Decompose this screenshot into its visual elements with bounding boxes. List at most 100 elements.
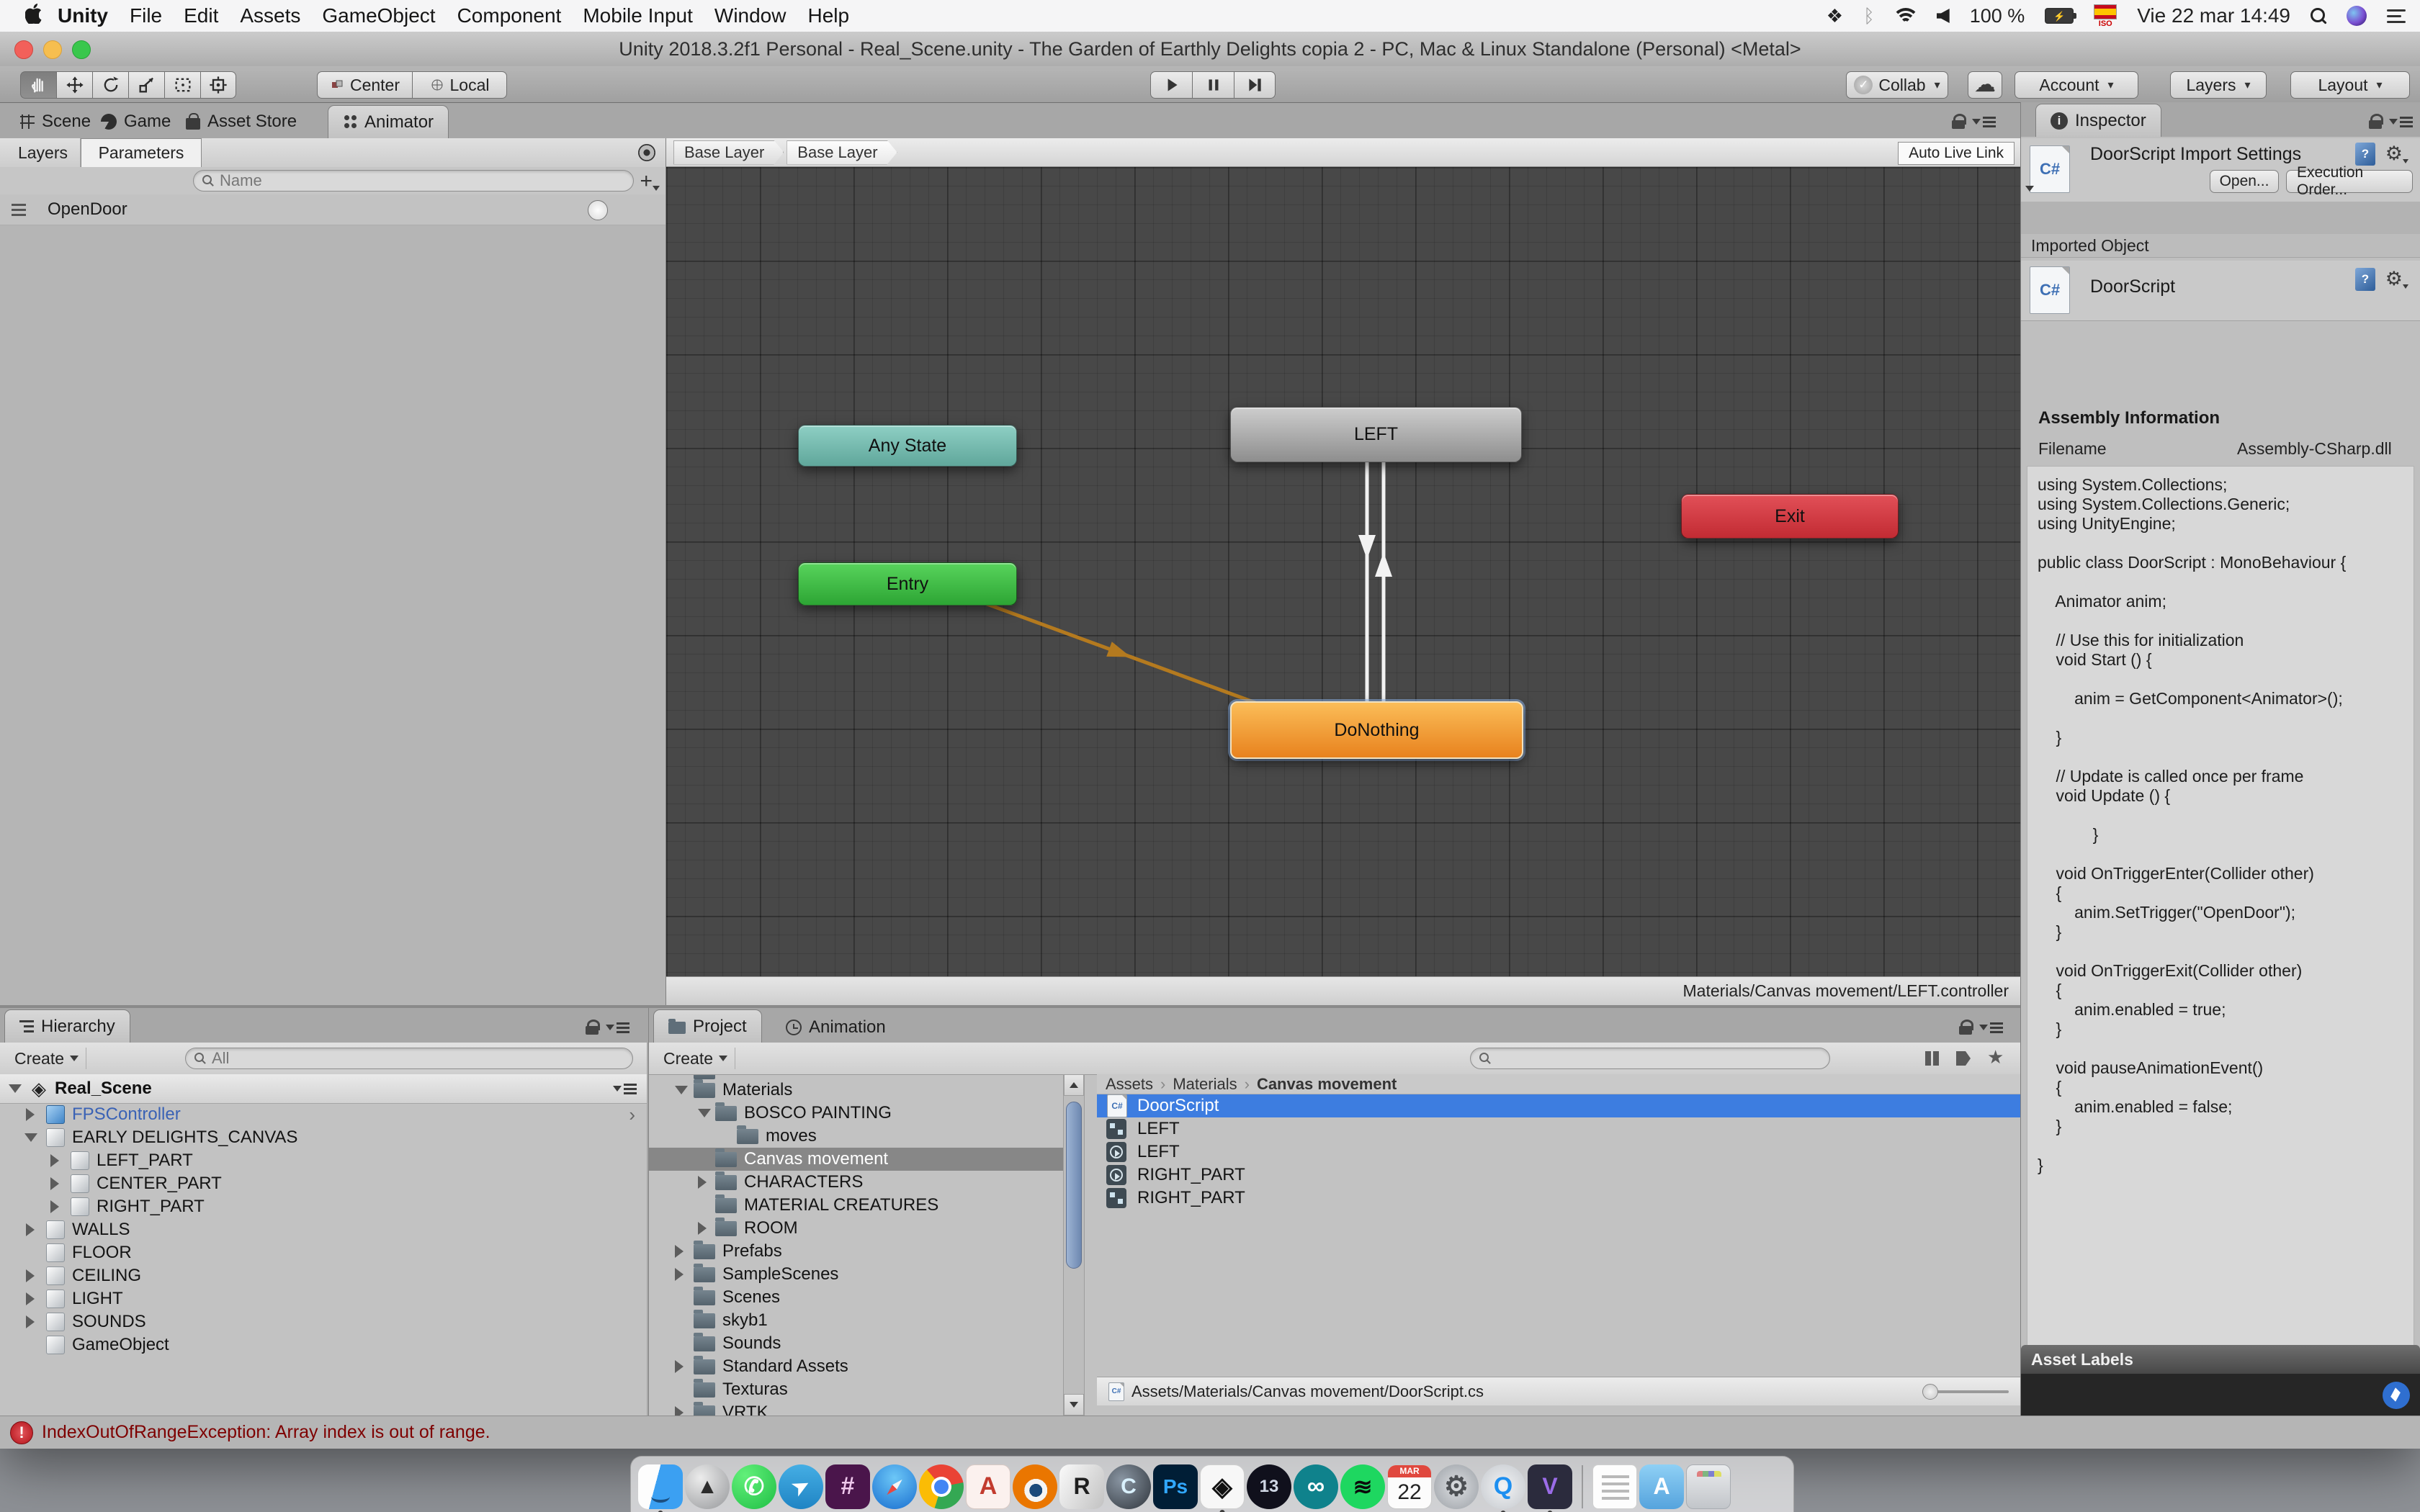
lock-icon[interactable]: [1959, 1020, 1973, 1035]
help-book-icon[interactable]: ?: [2355, 143, 2375, 166]
tab-parameters[interactable]: Parameters: [81, 138, 202, 167]
project-tree-item[interactable]: Sounds: [649, 1332, 1063, 1355]
disclosure-icon[interactable]: [26, 1292, 35, 1305]
state-node-donothing[interactable]: DoNothing: [1230, 701, 1523, 759]
quicktime-icon[interactable]: Q: [1481, 1464, 1525, 1509]
notification-center-icon[interactable]: [2387, 9, 2406, 23]
disclosure-icon[interactable]: [9, 1084, 22, 1093]
step-button[interactable]: [1234, 71, 1276, 99]
hierarchy-item[interactable]: GameObject: [0, 1333, 647, 1356]
hierarchy-item[interactable]: FPSController ›: [0, 1103, 647, 1126]
project-file[interactable]: LEFT: [1097, 1140, 2020, 1164]
hierarchy-item[interactable]: WALLS: [0, 1218, 647, 1241]
console-status-bar[interactable]: ! IndexOutOfRangeException: Array index …: [0, 1416, 2420, 1449]
scroll-down-button[interactable]: [1064, 1394, 1084, 1416]
breadcrumb-assets[interactable]: Assets: [1106, 1075, 1153, 1094]
cinema4d-icon[interactable]: C: [1106, 1464, 1151, 1509]
battery-icon[interactable]: ⚡: [2045, 8, 2074, 24]
favorites-icon[interactable]: ★: [1987, 1046, 2004, 1068]
project-file-selected[interactable]: C# DoorScript: [1097, 1094, 2020, 1117]
arduino-icon[interactable]: ∞: [1294, 1464, 1338, 1509]
state-node-entry[interactable]: Entry: [798, 562, 1017, 606]
state-node-left[interactable]: LEFT: [1230, 407, 1522, 462]
asset-labels-header[interactable]: Asset Labels: [2021, 1345, 2420, 1374]
hand-tool-button[interactable]: [20, 71, 56, 99]
disclosure-icon[interactable]: [50, 1154, 59, 1167]
project-file[interactable]: RIGHT_PART: [1097, 1164, 2020, 1187]
wifi-icon[interactable]: [1895, 8, 1917, 24]
lock-icon[interactable]: [2369, 114, 2383, 130]
hierarchy-search-input[interactable]: All: [185, 1048, 633, 1069]
pause-button[interactable]: [1192, 71, 1234, 99]
disclosure-icon[interactable]: [26, 1315, 35, 1328]
add-label-button[interactable]: [2383, 1382, 2410, 1409]
blender-icon[interactable]: [1013, 1464, 1057, 1509]
disclosure-icon[interactable]: [50, 1177, 59, 1190]
parameter-row[interactable]: OpenDoor: [0, 194, 666, 225]
menu-gameobject[interactable]: GameObject: [311, 4, 446, 27]
transform-tool-button[interactable]: [200, 71, 236, 99]
tab-project[interactable]: Project: [653, 1009, 762, 1043]
thumbnail-zoom-slider[interactable]: [1922, 1384, 2009, 1400]
breadcrumb-base-layer[interactable]: Base Layer: [673, 140, 784, 165]
rotate-tool-button[interactable]: [92, 71, 128, 99]
search-by-type-icon[interactable]: [1925, 1051, 1939, 1066]
trash-icon[interactable]: [1686, 1464, 1731, 1509]
disclosure-icon[interactable]: [26, 1269, 35, 1282]
project-tree-item[interactable]: Texturas: [649, 1378, 1063, 1401]
auto-live-link-button[interactable]: Auto Live Link: [1898, 142, 2015, 165]
zoom-window-button[interactable]: [72, 40, 91, 59]
disclosure-icon[interactable]: [698, 1176, 707, 1189]
spotify-icon[interactable]: ≋: [1340, 1464, 1385, 1509]
safari-icon[interactable]: [872, 1464, 917, 1509]
project-search-input[interactable]: [1470, 1048, 1830, 1069]
prefab-chevron-icon[interactable]: ›: [629, 1104, 635, 1126]
animator-panel-options[interactable]: [1937, 105, 2010, 138]
menu-assets[interactable]: Assets: [229, 4, 311, 27]
launcher-icon[interactable]: ▲: [685, 1464, 730, 1509]
cloud-button[interactable]: ☁: [1968, 71, 2002, 99]
project-tree-item-selected[interactable]: Canvas movement: [649, 1148, 1063, 1171]
panel-menu-icon[interactable]: [2389, 117, 2413, 127]
visual-studio-icon[interactable]: V: [1528, 1464, 1572, 1509]
menu-mobile-input[interactable]: Mobile Input: [572, 4, 704, 27]
project-tree-item[interactable]: Prefabs: [649, 1240, 1063, 1263]
hierarchy-item[interactable]: FLOOR: [0, 1241, 647, 1264]
disclosure-icon[interactable]: [675, 1268, 684, 1281]
scale-tool-button[interactable]: [128, 71, 164, 99]
hierarchy-item[interactable]: EARLY DELIGHTS_CANVAS: [0, 1126, 647, 1149]
state-node-exit[interactable]: Exit: [1681, 494, 1899, 539]
minimize-window-button[interactable]: [43, 40, 62, 59]
scrollbar-thumb[interactable]: [1066, 1102, 1082, 1269]
hierarchy-item[interactable]: RIGHT_PART: [0, 1195, 647, 1218]
parameter-search-input[interactable]: Name: [193, 170, 634, 192]
rhino-icon[interactable]: R: [1059, 1464, 1104, 1509]
slack-icon[interactable]: #: [825, 1464, 870, 1509]
project-file[interactable]: LEFT: [1097, 1117, 2020, 1140]
whatsapp-icon[interactable]: ✆: [732, 1464, 776, 1509]
volume-icon[interactable]: [1937, 9, 1950, 23]
help-book-icon[interactable]: ?: [2355, 268, 2375, 291]
hierarchy-create-button[interactable]: Create: [7, 1048, 86, 1069]
layers-dropdown[interactable]: Layers▾: [2170, 71, 2267, 99]
state-node-any-state[interactable]: Any State: [798, 425, 1017, 467]
project-tree-item[interactable]: Standard Assets: [649, 1355, 1063, 1378]
disclosure-icon[interactable]: [26, 1223, 35, 1236]
breadcrumb-current-folder[interactable]: Canvas movement: [1257, 1075, 1397, 1094]
project-tree-item[interactable]: ROOM: [649, 1217, 1063, 1240]
collab-button[interactable]: ✓ Collab▾: [1846, 71, 1948, 99]
account-dropdown[interactable]: Account▾: [2015, 71, 2138, 99]
project-tree-item[interactable]: SampleScenes: [649, 1263, 1063, 1286]
applications-folder-icon[interactable]: A: [1639, 1464, 1684, 1509]
tab-inspector[interactable]: i Inspector: [2035, 104, 2161, 137]
project-tree-item[interactable]: MATERIAL CREATURES: [649, 1194, 1063, 1217]
system-preferences-icon[interactable]: ⚙: [1434, 1464, 1479, 1509]
bluetooth-icon[interactable]: ᛒ: [1863, 6, 1875, 25]
hierarchy-item[interactable]: SOUNDS: [0, 1310, 647, 1333]
lock-icon[interactable]: [1952, 114, 1966, 130]
hierarchy-item[interactable]: CENTER_PART: [0, 1172, 647, 1195]
trigger-radio[interactable]: [588, 200, 608, 220]
state-machine-canvas[interactable]: Any State Entry LEFT DoNothing Exit: [666, 167, 2020, 976]
close-window-button[interactable]: [14, 40, 33, 59]
disclosure-icon[interactable]: [698, 1109, 711, 1117]
